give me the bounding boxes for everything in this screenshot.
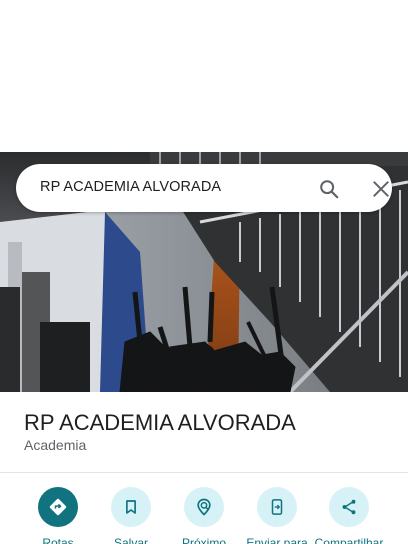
bookmark-icon: [111, 487, 151, 527]
directions-label: Rotas: [42, 536, 74, 544]
send-to-phone-button[interactable]: Enviar para: [239, 487, 315, 544]
directions-button[interactable]: Rotas: [20, 487, 96, 544]
nearby-button[interactable]: Próximo: [166, 487, 242, 544]
save-button[interactable]: Salvar: [93, 487, 169, 544]
send-to-phone-icon: [257, 487, 297, 527]
directions-icon: [38, 487, 78, 527]
share-label: Compartilhar: [314, 536, 384, 544]
map-blank-area: [0, 0, 408, 152]
nearby-icon: [184, 487, 224, 527]
place-info: RP ACADEMIA ALVORADA Academia: [0, 392, 408, 472]
share-button[interactable]: Compartilhar: [311, 487, 387, 544]
search-icon[interactable]: [316, 176, 342, 202]
search-bar[interactable]: RP ACADEMIA ALVORADA: [16, 164, 392, 212]
place-title: RP ACADEMIA ALVORADA: [24, 410, 296, 435]
close-icon[interactable]: [368, 176, 394, 202]
nearby-label: Próximo: [181, 536, 226, 544]
search-input[interactable]: RP ACADEMIA ALVORADA: [40, 179, 221, 195]
share-icon: [329, 487, 369, 527]
place-category[interactable]: Academia: [24, 437, 86, 453]
save-label: Salvar: [113, 536, 148, 544]
action-bar: Rotas Salvar Próximo Enviar para Compart…: [0, 473, 408, 544]
